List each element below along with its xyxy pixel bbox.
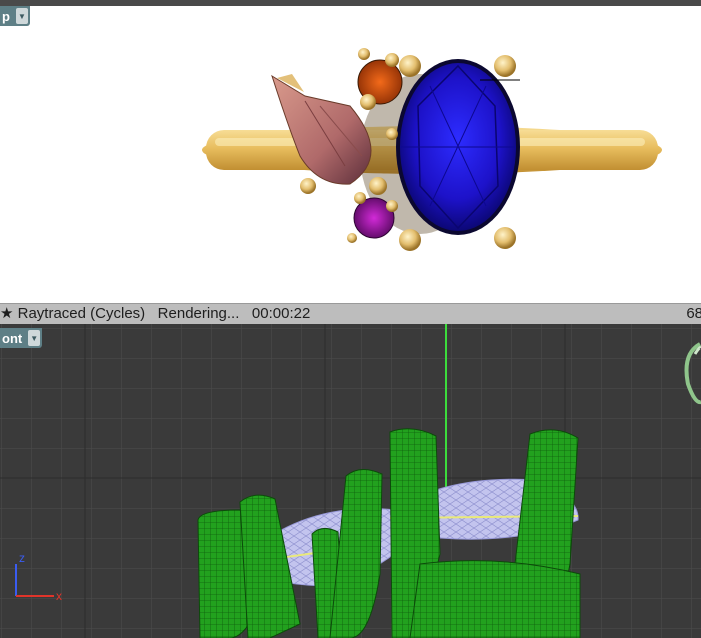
axis-x-label: x: [56, 589, 62, 603]
chevron-down-icon[interactable]: ▼: [15, 8, 28, 24]
render-viewport[interactable]: p ▼: [0, 6, 701, 303]
render-status-bar: ★ Raytraced (Cycles) Rendering... 00:00:…: [0, 303, 701, 325]
chevron-down-icon[interactable]: ▼: [28, 330, 41, 346]
top-viewport-label: p: [2, 8, 10, 24]
render-elapsed-time: 00:00:22: [251, 305, 311, 322]
front-viewport-title[interactable]: ont ▼: [0, 328, 43, 348]
render-mode-text: Raytraced (Cycles): [17, 305, 146, 322]
ring-render: [202, 48, 662, 251]
axis-z-label: z: [19, 551, 25, 565]
status-right-value: 68: [686, 305, 701, 322]
top-viewport-title[interactable]: p ▼: [0, 6, 30, 26]
render-state-text: Rendering...: [157, 305, 240, 322]
wireframe-scene: z x: [0, 324, 701, 638]
front-viewport-label: ont: [2, 330, 23, 346]
star-icon: ★: [0, 305, 14, 322]
status-left: ★ Raytraced (Cycles) Rendering... 00:00:…: [0, 304, 310, 324]
front-viewport[interactable]: z x ont ▼: [0, 324, 701, 638]
